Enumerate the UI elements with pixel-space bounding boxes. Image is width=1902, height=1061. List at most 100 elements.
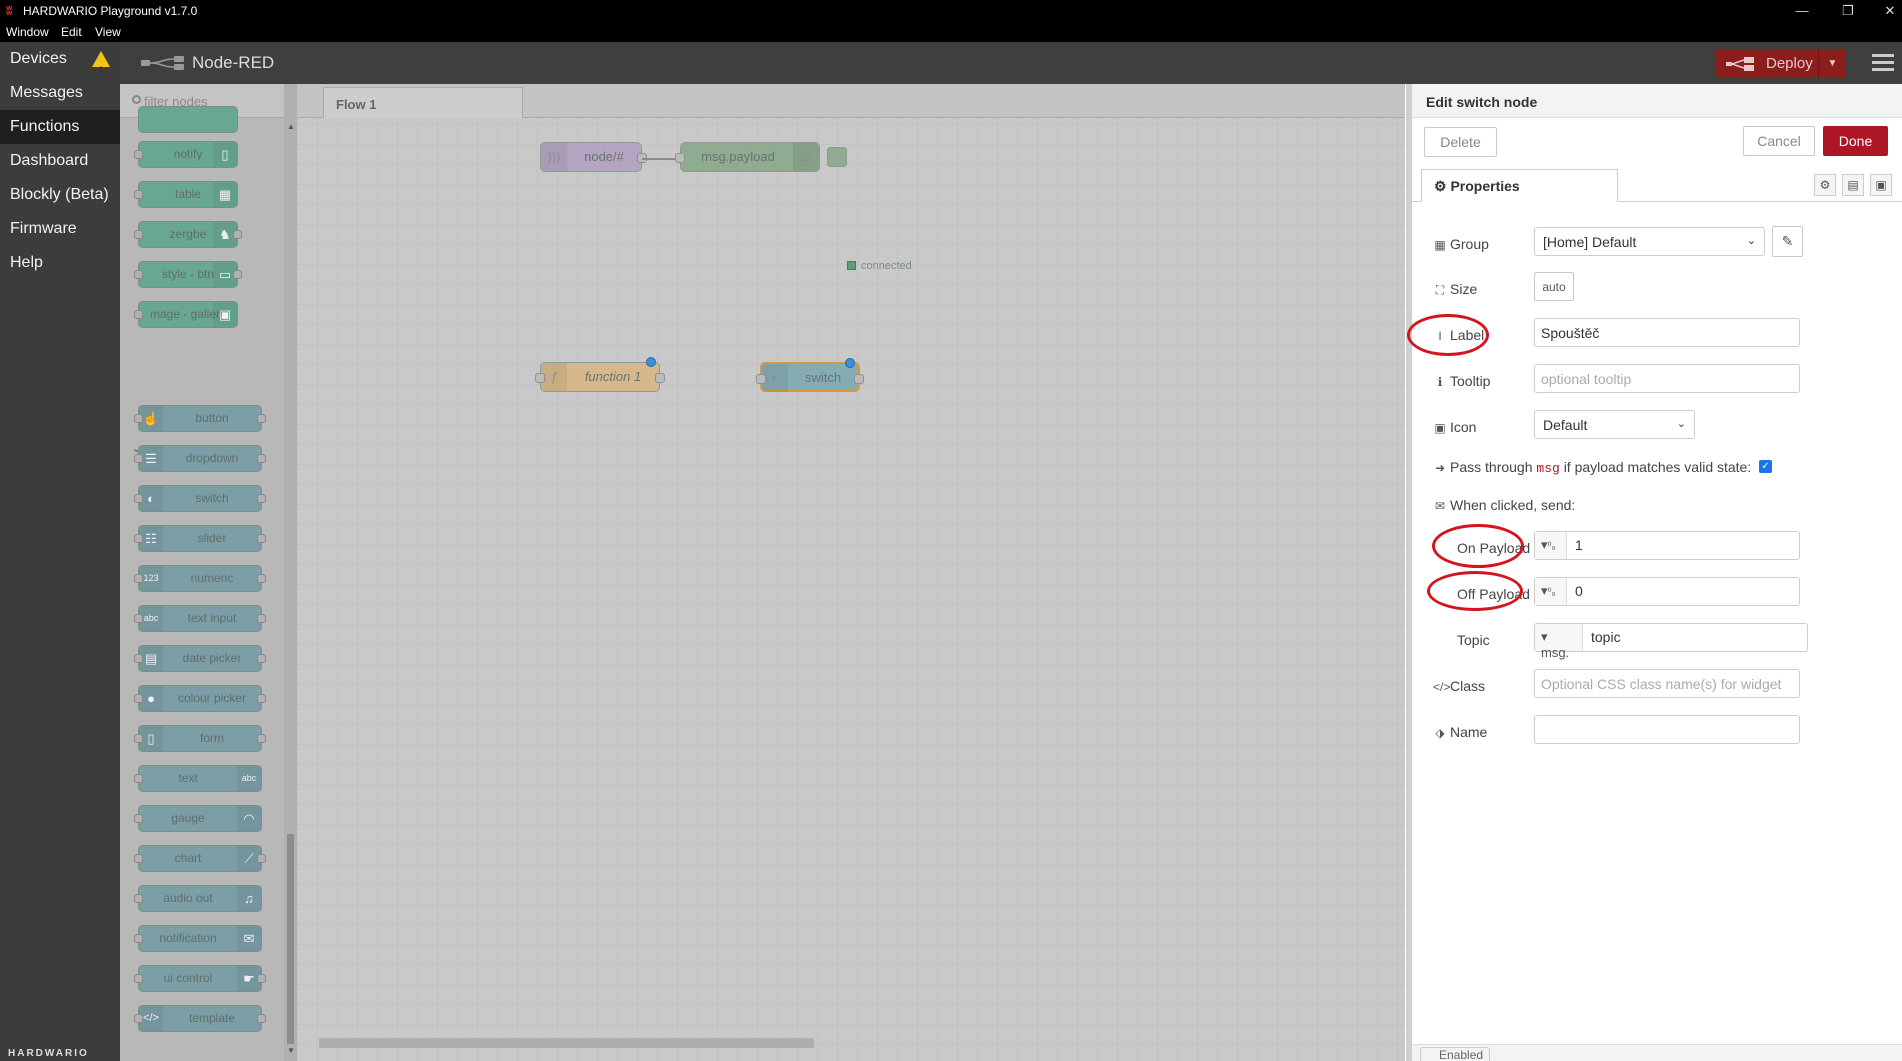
menu-bar: Window Edit View [0, 22, 1902, 42]
palette-node-label: table [174, 187, 202, 201]
palette-node-label: switch [195, 491, 229, 505]
tooltip-input[interactable] [1534, 364, 1800, 393]
menu-window[interactable]: Window [6, 25, 49, 39]
workspace-scrollbar[interactable] [317, 1036, 1397, 1050]
palette-node-style-btn[interactable]: style - btn ▭ [134, 261, 242, 288]
restore-button[interactable]: ❐ [1838, 2, 1858, 20]
palette-scrollbar-thumb[interactable] [287, 834, 294, 1044]
topic-input[interactable]: ▾ msg. topic [1534, 623, 1808, 660]
palette-node-image-gallery[interactable]: mage - gallery ▣ [134, 301, 238, 328]
description-icon[interactable]: ▤ [1842, 174, 1864, 196]
input-port [134, 974, 143, 983]
palette-node-slider[interactable]: ☷ slider [134, 525, 266, 552]
nav-item-blockly[interactable]: Blockly (Beta) [0, 178, 120, 212]
palette-node-numeric[interactable]: 123 numeric [134, 565, 266, 592]
palette-node-table[interactable]: table ▦ [134, 181, 238, 208]
off-payload-type-select[interactable]: ▾⁰₉ [1535, 578, 1567, 605]
output-port [257, 414, 266, 423]
input-port [134, 454, 143, 463]
palette-node-dropdown[interactable]: ☰ dropdown [134, 445, 266, 472]
workspace-tabs: Flow 1 [297, 84, 1405, 118]
tab-flow-1[interactable]: Flow 1 [323, 87, 523, 118]
nav-item-devices[interactable]: Devices [0, 42, 120, 88]
deploy-dropdown-icon[interactable]: ▼ [1818, 49, 1846, 78]
palette-node-text[interactable]: text abc [134, 765, 262, 792]
flow-node-switch[interactable]: ◐ switch [756, 358, 864, 392]
palette-node-notify[interactable]: notify ▯ [134, 141, 238, 168]
nav-item-functions[interactable]: Functions [0, 110, 120, 144]
palette-node-colour-picker[interactable]: ● colour picker [134, 685, 266, 712]
palette-node-zergbe[interactable]: zergbe ♞ [134, 221, 242, 248]
palette-node-button[interactable]: ☝ button [134, 405, 266, 432]
output-port [257, 1014, 266, 1023]
group-select[interactable]: [Home] Default ⌄ [1534, 227, 1765, 256]
edit-panel-footer: Enabled [1412, 1044, 1902, 1061]
nav-item-help[interactable]: Help [0, 246, 120, 280]
hamburger-menu-icon[interactable] [1872, 54, 1894, 72]
label-input[interactable] [1534, 318, 1800, 347]
palette-node-label: text input [187, 611, 237, 625]
palette-node-chart[interactable]: chart ⟋ [134, 845, 266, 872]
flow-node-mqtt-in[interactable]: ))) node/# [540, 142, 647, 172]
icon-select[interactable]: Default ⌄ [1534, 410, 1695, 439]
cancel-button[interactable]: Cancel [1743, 126, 1815, 156]
pass-through-checkbox[interactable]: ✓ [1759, 460, 1772, 473]
flow-node-debug[interactable]: msg.payload ≣ [675, 142, 847, 172]
appearance-icon[interactable]: ▣ [1870, 174, 1892, 196]
name-input[interactable] [1534, 715, 1800, 744]
palette-node-template[interactable]: </> template [134, 1005, 266, 1032]
class-input[interactable] [1534, 669, 1800, 698]
done-button[interactable]: Done [1823, 126, 1888, 156]
flow-node-label: msg.payload [701, 149, 775, 164]
minimize-button[interactable]: — [1792, 2, 1812, 20]
palette-node-notification[interactable]: notification ✉ [134, 925, 262, 952]
palette-node-label: audio out [163, 891, 213, 905]
input-port [756, 374, 766, 384]
menu-view[interactable]: View [95, 25, 121, 39]
input-port [134, 494, 143, 503]
edit-group-button[interactable]: ✎ [1772, 226, 1803, 257]
nav-item-firmware[interactable]: Firmware [0, 212, 120, 246]
topic-type-select[interactable]: ▾ msg. [1535, 624, 1583, 660]
edit-panel-header: Edit switch node [1412, 84, 1902, 118]
workspace-scrollbar-thumb[interactable] [319, 1038, 814, 1048]
menu-edit[interactable]: Edit [61, 25, 82, 39]
flow-node-function[interactable]: ƒ function 1 [535, 357, 665, 392]
nav-item-messages[interactable]: Messages [0, 76, 120, 110]
on-payload-type-select[interactable]: ▾⁰₉ [1535, 532, 1567, 559]
arrow-right-icon: ➜ [1434, 461, 1446, 475]
tab-properties[interactable]: ⚙ Properties [1421, 169, 1618, 202]
gear-icon: ⚙ [1434, 178, 1447, 194]
deploy-button[interactable]: Deploy ▼ [1716, 49, 1846, 78]
close-button[interactable]: ✕ [1880, 2, 1900, 20]
palette-node-switch[interactable]: ◐ switch [134, 485, 266, 512]
off-payload-input[interactable]: ▾⁰₉ 0 [1534, 577, 1800, 606]
scroll-up-icon[interactable]: ▲ [287, 122, 295, 131]
palette-node-label: form [200, 731, 224, 745]
output-port [233, 230, 242, 239]
settings-gear-icon[interactable]: ⚙ [1814, 174, 1836, 196]
palette-node-text-input[interactable]: abc text input [134, 605, 266, 632]
palette-node-audio-out[interactable]: audio out ♫ [134, 885, 262, 912]
palette-node[interactable] [138, 106, 238, 133]
size-button[interactable]: auto [1534, 272, 1574, 301]
delete-button[interactable]: Delete [1424, 127, 1497, 157]
flow-node-label: function 1 [584, 369, 642, 384]
palette-node-gauge[interactable]: gauge ◠ [134, 805, 262, 832]
debug-toggle-button[interactable] [827, 147, 847, 167]
tag-icon: ⬗ [1435, 726, 1445, 740]
output-port [233, 270, 242, 279]
palette-node-form[interactable]: ▯ form [134, 725, 266, 752]
palette-node-ui-control[interactable]: ui control ☛ [134, 965, 266, 992]
palette-node-date-picker[interactable]: ▤ date picker [134, 645, 266, 672]
image-icon: ▣ [213, 302, 237, 327]
scroll-down-icon[interactable]: ▼ [287, 1046, 295, 1055]
enabled-toggle[interactable]: Enabled [1420, 1047, 1490, 1061]
edit-switch-panel: Edit switch node Delete Cancel Done ⚙ Pr… [1406, 84, 1902, 1061]
on-payload-input[interactable]: ▾⁰₉ 1 [1534, 531, 1800, 560]
flow-node-label: switch [804, 370, 842, 385]
palette-scrollbar[interactable]: ▲ ▼ [284, 84, 297, 1061]
nav-item-dashboard[interactable]: Dashboard [0, 144, 120, 178]
input-port [134, 654, 143, 663]
flow-workspace[interactable]: Flow 1 ))) node/# msg.payload ≣ connecte… [297, 84, 1405, 1061]
